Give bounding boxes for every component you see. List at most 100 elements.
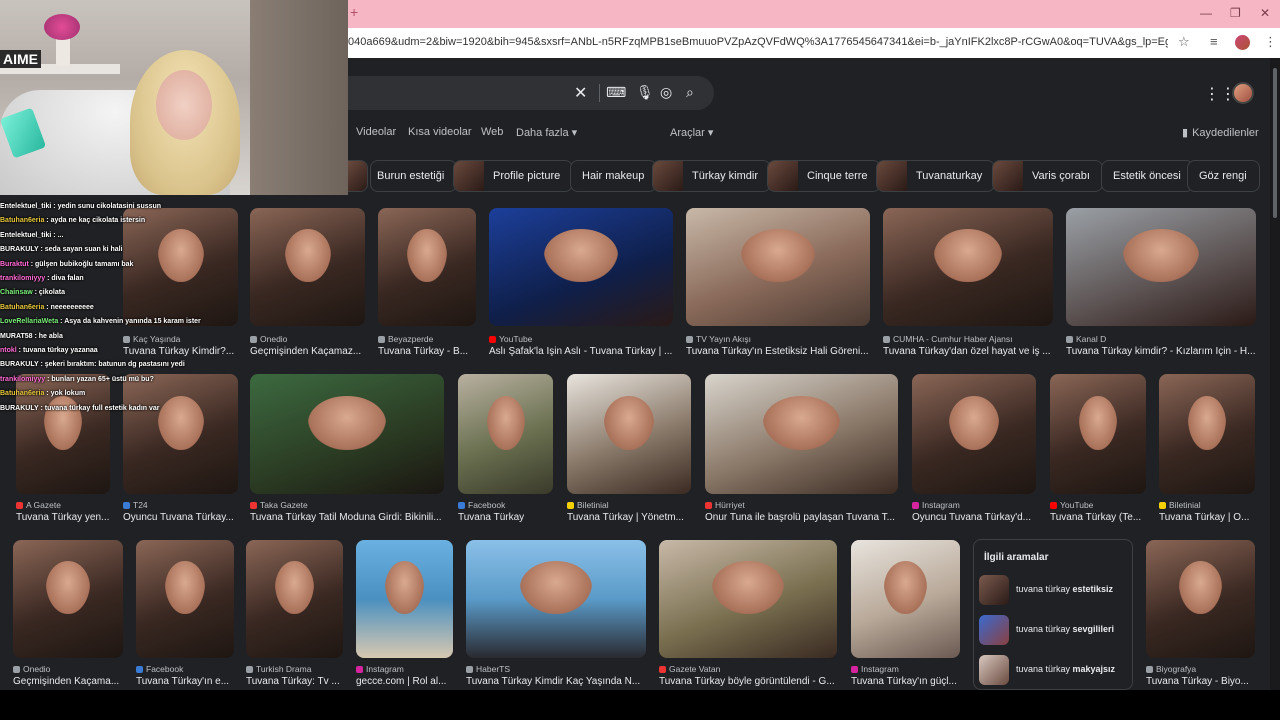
chat-message: ntokl : tuvana türkay yazanaa bbox=[0, 344, 252, 358]
chat-text: : şekeri bıraktım: batunun dg pastasını … bbox=[38, 361, 185, 369]
chip[interactable]: Varis çorabı bbox=[992, 160, 1103, 192]
chip-thumb bbox=[653, 161, 683, 191]
chip-label: Hair makeup bbox=[582, 170, 645, 182]
profile-icon[interactable] bbox=[1235, 35, 1250, 50]
result-title[interactable]: Tuvana Türkay böyle görüntülendi - G... bbox=[659, 676, 837, 687]
result-image[interactable] bbox=[1159, 374, 1255, 494]
result-title[interactable]: Tuvana Türkay | O... bbox=[1159, 512, 1255, 523]
close-button[interactable]: ✕ bbox=[1260, 6, 1270, 20]
chat-text: : ... bbox=[51, 231, 64, 239]
result-image[interactable] bbox=[851, 540, 960, 658]
chip[interactable]: Tuvanaturkay bbox=[876, 160, 996, 192]
search-icon[interactable]: ⌕ bbox=[686, 84, 694, 101]
reading-list-icon[interactable]: ≡ bbox=[1210, 34, 1218, 49]
result-title[interactable]: Tuvana Türkay yen... bbox=[16, 512, 110, 523]
portrait bbox=[762, 395, 841, 450]
related-search-item[interactable]: tuvana türkay estetiksiz bbox=[979, 575, 1129, 607]
result-source: Onedio bbox=[13, 664, 50, 674]
result-image[interactable] bbox=[912, 374, 1036, 494]
result-image[interactable] bbox=[246, 540, 343, 658]
related-search-label[interactable]: tuvana türkay estetiksiz bbox=[1016, 584, 1113, 594]
result-title[interactable]: Onur Tuna ile başrolü paylaşan Tuvana T.… bbox=[705, 512, 898, 523]
related-search-label[interactable]: tuvana türkay makyajsız bbox=[1016, 664, 1115, 674]
mic-icon[interactable]: 🎙 bbox=[636, 84, 654, 101]
search-box[interactable]: ✕ ⌨ 🎙 ◎ ⌕ bbox=[348, 76, 714, 110]
chip[interactable] bbox=[346, 160, 368, 192]
lens-icon[interactable]: ◎ bbox=[660, 84, 672, 101]
result-title[interactable]: Tuvana Türkay Tatil Moduna Girdi: Bikini… bbox=[250, 512, 444, 523]
scrollbar-thumb[interactable] bbox=[1273, 68, 1277, 218]
result-image[interactable] bbox=[883, 208, 1053, 326]
result-image[interactable] bbox=[356, 540, 453, 658]
result-image[interactable] bbox=[686, 208, 870, 326]
result-image[interactable] bbox=[458, 374, 553, 494]
account-avatar[interactable] bbox=[1232, 82, 1254, 104]
url-text[interactable]: 040a669&udm=2&biw=1920&bih=945&sxsrf=ANb… bbox=[348, 36, 1168, 48]
chip[interactable]: Estetik öncesi bbox=[1101, 160, 1194, 192]
result-image[interactable] bbox=[378, 208, 476, 326]
result-title[interactable]: Tuvana Türkay - B... bbox=[378, 346, 476, 357]
new-tab-button[interactable]: + bbox=[350, 4, 358, 20]
result-title[interactable]: Tuvana Türkay (Te... bbox=[1050, 512, 1146, 523]
result-image[interactable] bbox=[1050, 374, 1146, 494]
result-image[interactable] bbox=[250, 208, 365, 326]
keyboard-icon[interactable]: ⌨ bbox=[606, 84, 626, 101]
tab-videos[interactable]: Videolar bbox=[356, 126, 396, 138]
chat-text: : diva falan bbox=[45, 275, 84, 283]
result-title[interactable]: Tuvana Türkay - Biyo... bbox=[1146, 676, 1255, 687]
result-title[interactable]: Tuvana Türkay'dan özel hayat ve iş ... bbox=[883, 346, 1053, 357]
result-image[interactable] bbox=[567, 374, 691, 494]
star-icon[interactable]: ☆ bbox=[1178, 34, 1190, 50]
page-scrollbar[interactable] bbox=[1270, 58, 1280, 690]
result-image[interactable] bbox=[489, 208, 673, 326]
related-searches-panel: İlgili aramalar tuvana türkay estetiksiz… bbox=[973, 539, 1133, 690]
related-search-item[interactable]: tuvana türkay sevgilileri bbox=[979, 615, 1129, 647]
saved-link[interactable]: ▮ Kaydedilenler bbox=[1182, 126, 1259, 139]
source-label: Taka Gazete bbox=[260, 500, 308, 510]
result-title[interactable]: Tuvana Türkay kimdir? - Kızlarım İçin - … bbox=[1066, 346, 1256, 357]
result-image[interactable] bbox=[250, 374, 444, 494]
result-title[interactable]: Tuvana Türkay | Yönetm... bbox=[567, 512, 691, 523]
clear-icon[interactable]: ✕ bbox=[574, 83, 587, 103]
source-label: Kanal D bbox=[1076, 334, 1107, 344]
menu-icon[interactable]: ⋮ bbox=[1264, 34, 1277, 50]
result-image[interactable] bbox=[705, 374, 898, 494]
result-title[interactable]: Aslı Şafak'la İşin Aslı - Tuvana Türkay … bbox=[489, 346, 673, 357]
result-title[interactable]: Geçmişinden Kaçama... bbox=[13, 676, 123, 687]
result-image[interactable] bbox=[1146, 540, 1255, 658]
chat-text: : tuvana türkay yazanaa bbox=[16, 347, 98, 355]
result-image[interactable] bbox=[1066, 208, 1256, 326]
result-title[interactable]: Oyuncu Tuvana Türkay... bbox=[123, 512, 238, 523]
result-title[interactable]: Tuvana Türkay Kimdir Kaç Yaşında N... bbox=[466, 676, 646, 687]
address-bar[interactable]: 040a669&udm=2&biw=1920&bih=945&sxsrf=ANb… bbox=[348, 28, 1280, 58]
favicon-icon bbox=[250, 501, 257, 509]
chip[interactable]: Burun estetiği bbox=[370, 160, 458, 192]
result-title[interactable]: Tuvana Türkay bbox=[458, 512, 553, 523]
tools-button[interactable]: Araçlar ▾ bbox=[670, 126, 713, 139]
browser-tab-strip: + — ❐ ✕ bbox=[348, 0, 1280, 28]
result-image[interactable] bbox=[466, 540, 646, 658]
chip[interactable]: Profile picture bbox=[453, 160, 574, 192]
result-title[interactable]: Geçmişinden Kaçamaz... bbox=[250, 346, 365, 357]
restore-button[interactable]: ❐ bbox=[1230, 6, 1241, 20]
chip[interactable]: Hair makeup bbox=[570, 160, 658, 192]
result-title[interactable]: Tuvana Türkay: Tv ... bbox=[246, 676, 343, 687]
result-image[interactable] bbox=[659, 540, 837, 658]
source-label: Turkish Drama bbox=[256, 664, 312, 674]
result-title[interactable]: Tuvana Türkay'ın güçl... bbox=[851, 676, 960, 687]
result-title[interactable]: Tuvana Türkay'ın Estetiksiz Hali Göreni.… bbox=[686, 346, 870, 357]
chip[interactable]: Cinque terre bbox=[767, 160, 881, 192]
tab-more[interactable]: Daha fazla ▾ bbox=[516, 126, 577, 139]
related-search-item[interactable]: tuvana türkay makyajsız bbox=[979, 655, 1129, 687]
related-search-label[interactable]: tuvana türkay sevgilileri bbox=[1016, 624, 1114, 634]
result-image[interactable] bbox=[13, 540, 123, 658]
result-title[interactable]: Oyuncu Tuvana Türkay'd... bbox=[912, 512, 1036, 523]
tab-web[interactable]: Web bbox=[481, 126, 503, 138]
tab-short-videos[interactable]: Kısa videolar bbox=[408, 126, 472, 138]
chip[interactable]: Göz rengi bbox=[1187, 160, 1260, 192]
result-title[interactable]: Tuvana Türkay'ın e... bbox=[136, 676, 234, 687]
chip[interactable]: Türkay kimdir bbox=[652, 160, 772, 192]
minimize-button[interactable]: — bbox=[1200, 6, 1212, 20]
result-image[interactable] bbox=[136, 540, 234, 658]
result-title[interactable]: gecce.com | Rol al... bbox=[356, 676, 453, 687]
